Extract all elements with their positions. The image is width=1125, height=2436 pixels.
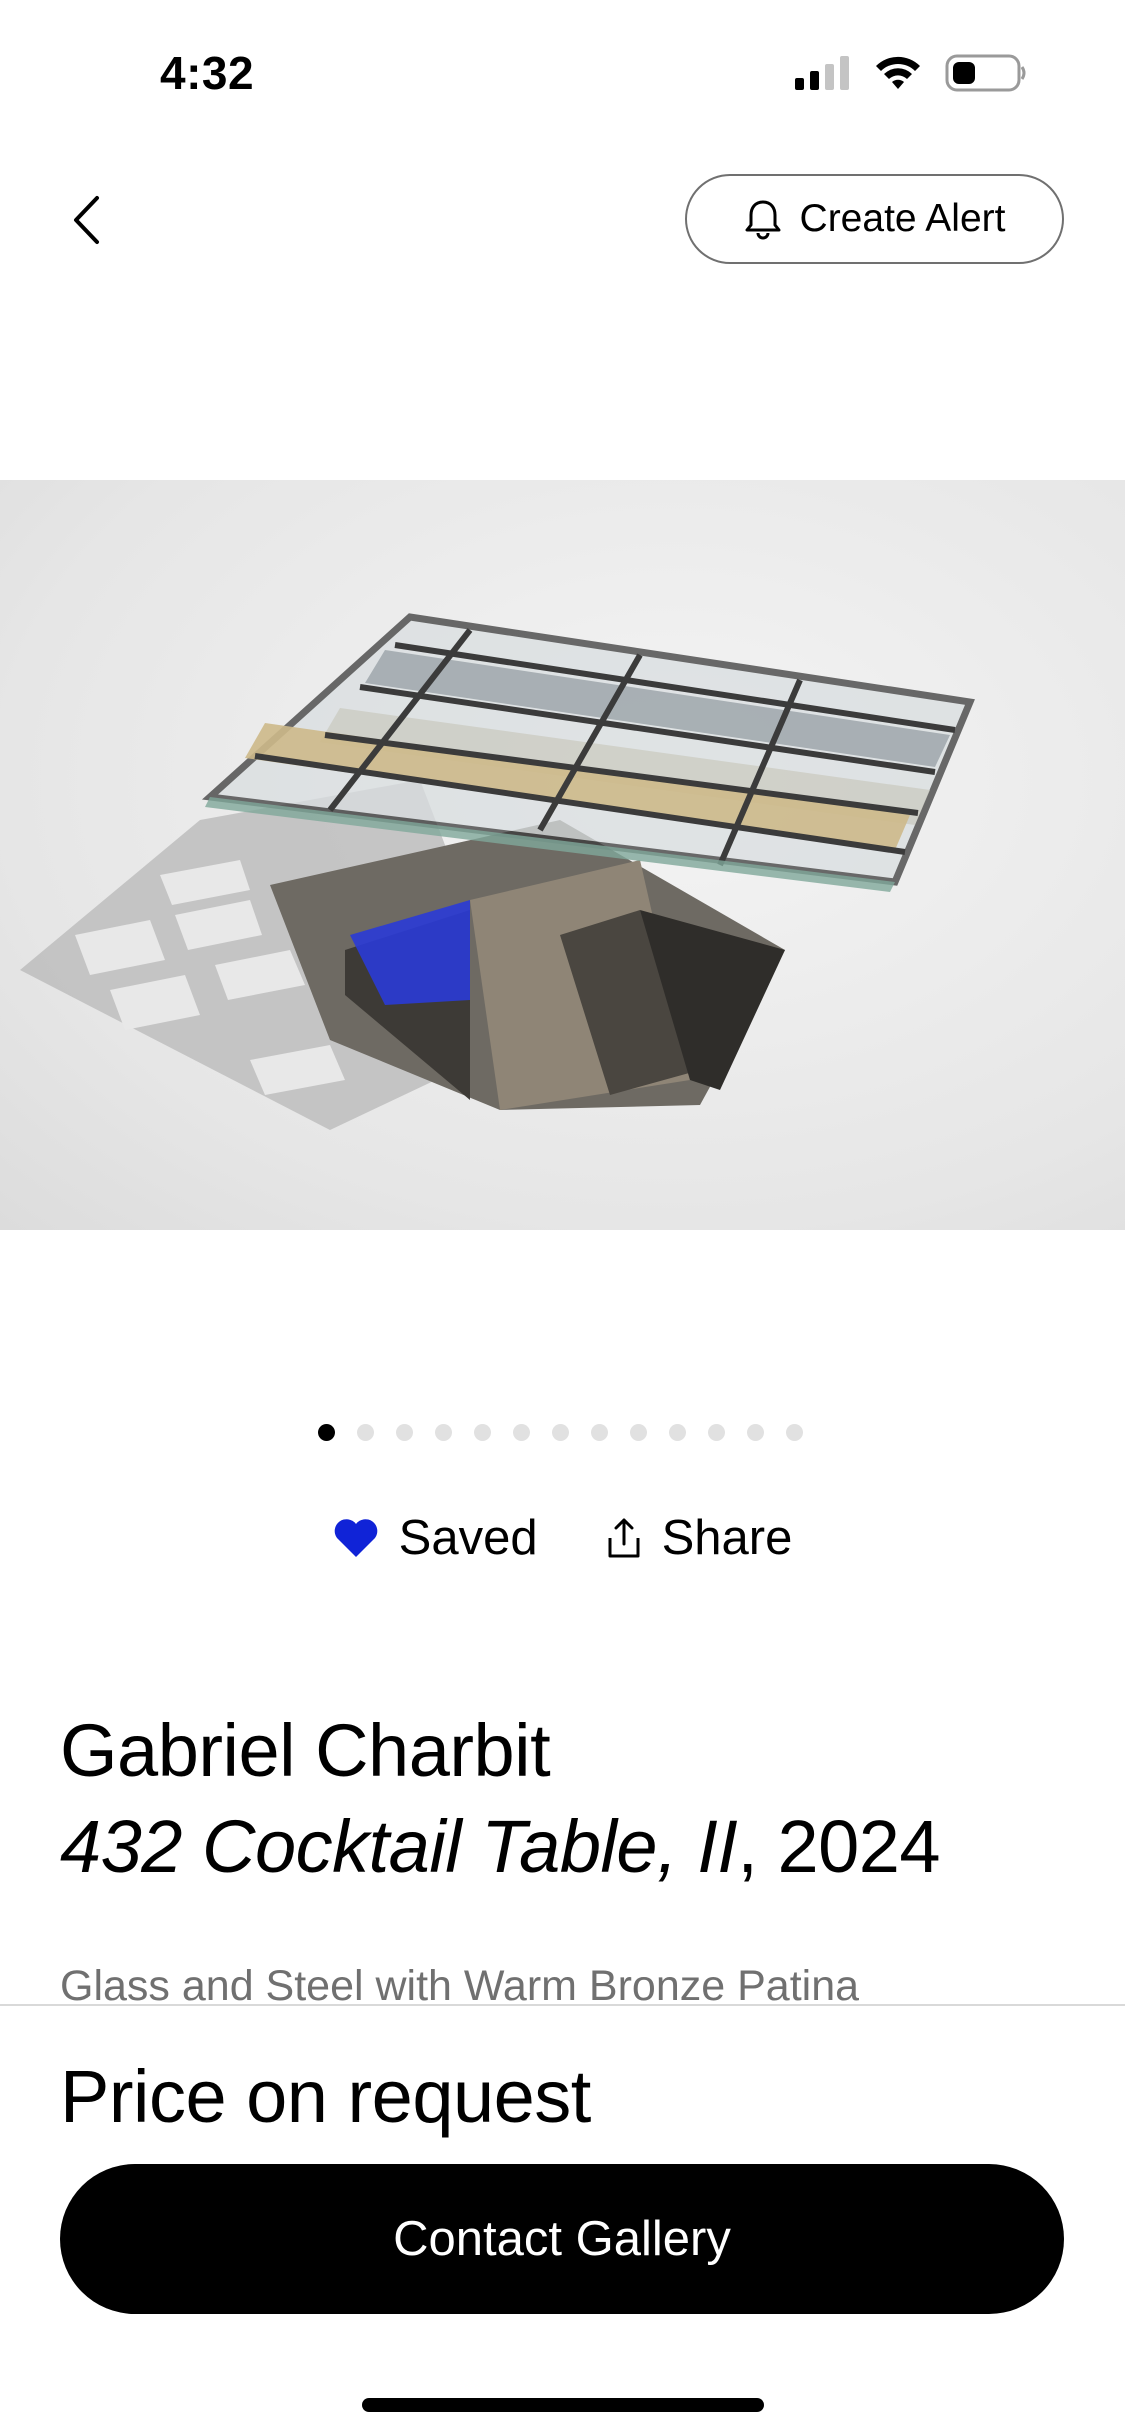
pager-dot[interactable] [747, 1424, 764, 1441]
create-alert-label: Create Alert [799, 197, 1006, 240]
pager-dot[interactable] [513, 1424, 530, 1441]
contact-gallery-button[interactable]: Contact Gallery [60, 2164, 1064, 2314]
cellular-signal-icon [795, 56, 849, 90]
artwork-title-text: 432 Cocktail Table, II [60, 1805, 738, 1888]
saved-label: Saved [398, 1511, 538, 1565]
create-alert-button[interactable]: Create Alert [685, 174, 1064, 264]
artwork-detail-screen: 4:32 Create Alert Saved Share Gabriel Ch… [0, 0, 1125, 2436]
battery-icon [945, 54, 1026, 92]
pager-dot[interactable] [786, 1424, 803, 1441]
artwork-image[interactable] [0, 480, 1125, 1230]
artwork-medium: Glass and Steel with Warm Bronze Patina [60, 1962, 860, 2002]
saved-button[interactable]: Saved [333, 1510, 538, 1566]
bell-icon [745, 200, 781, 240]
pager-dot[interactable] [708, 1424, 725, 1441]
home-indicator[interactable] [362, 2398, 764, 2412]
image-pager[interactable] [318, 1424, 803, 1441]
pager-dot[interactable] [396, 1424, 413, 1441]
pager-dot[interactable] [435, 1424, 452, 1441]
share-icon [608, 1518, 640, 1558]
artist-name[interactable]: Gabriel Charbit [60, 1708, 551, 1793]
pager-dot[interactable] [474, 1424, 491, 1441]
purchase-sheet: Price on request Contact Gallery [0, 2004, 1125, 2436]
status-time: 4:32 [160, 47, 255, 99]
back-button[interactable] [56, 180, 116, 260]
pager-dot[interactable] [357, 1424, 374, 1441]
wifi-icon [876, 56, 920, 89]
artwork-title: 432 Cocktail Table, II, 2024 [60, 1805, 941, 1888]
artwork-illustration [20, 613, 975, 1130]
price-label: Price on request [60, 2055, 591, 2138]
chevron-left-icon [74, 196, 99, 244]
artwork-actions: Saved Share [0, 1510, 1125, 1566]
pager-dot[interactable] [630, 1424, 647, 1441]
status-icons [793, 54, 1027, 92]
pager-dot[interactable] [591, 1424, 608, 1441]
share-button[interactable]: Share [606, 1510, 793, 1566]
heart-icon [334, 1519, 377, 1557]
pager-dot-active[interactable] [318, 1424, 335, 1441]
share-label: Share [661, 1511, 793, 1565]
artwork-year: 2024 [777, 1805, 941, 1888]
pager-dot[interactable] [552, 1424, 569, 1441]
pager-dot[interactable] [669, 1424, 686, 1441]
